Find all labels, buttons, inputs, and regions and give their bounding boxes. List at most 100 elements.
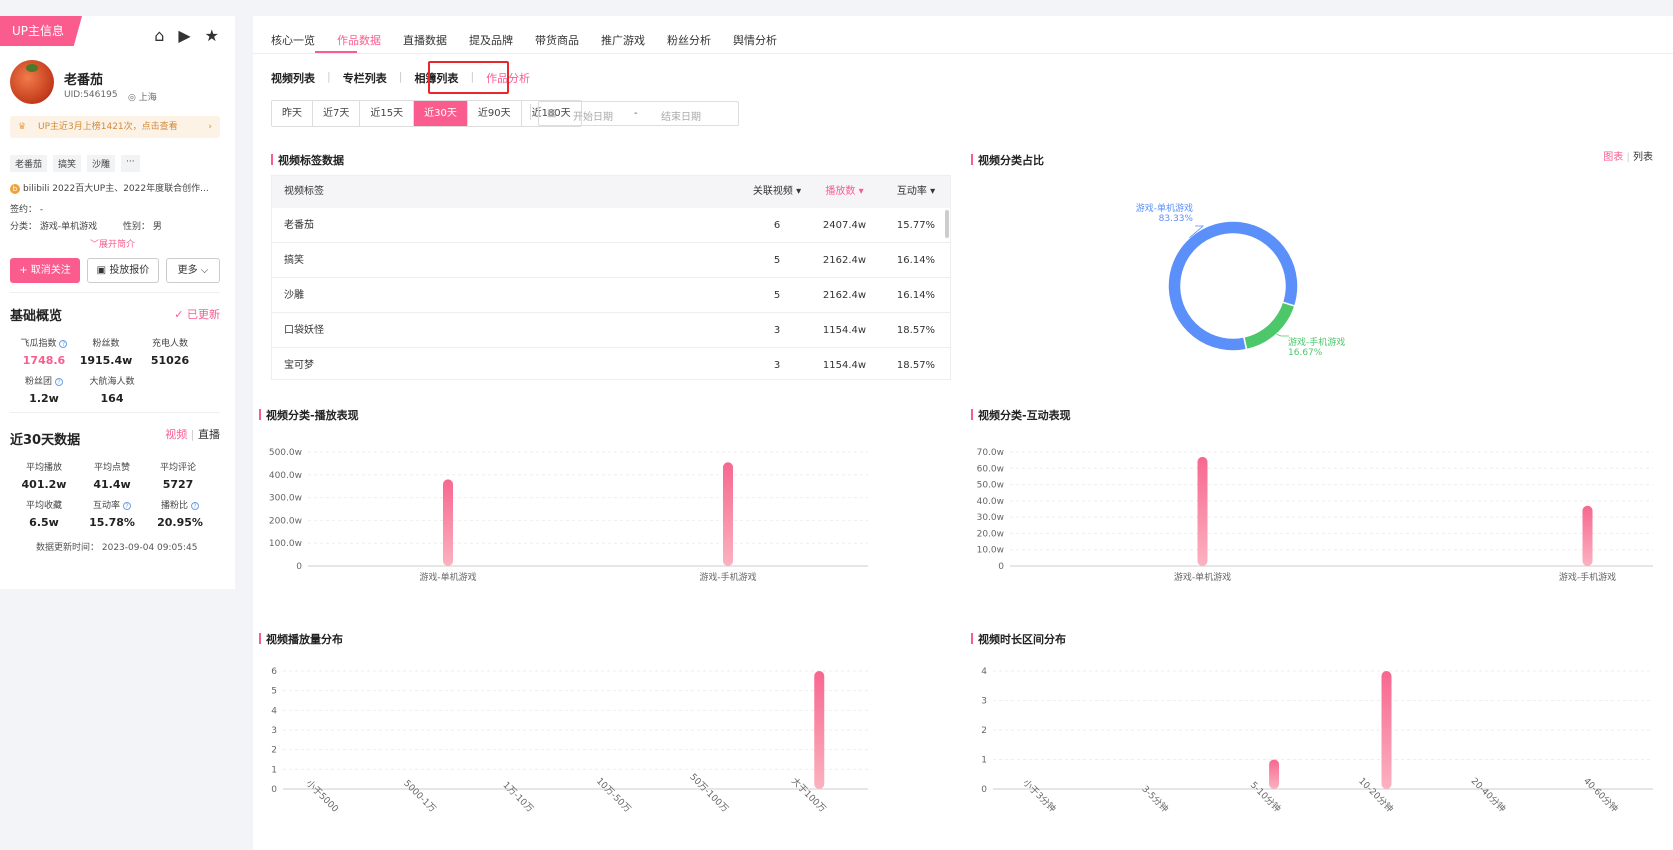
unfollow-label: 取消关注: [30, 265, 71, 276]
table-scrollbar[interactable]: [945, 210, 949, 238]
header-plays-label: 播放数: [825, 186, 856, 197]
table-row[interactable]: 沙雕 5 2162.4w 16.14%: [272, 278, 950, 313]
end-date-placeholder[interactable]: 结束日期: [661, 108, 701, 123]
y-tick-label: 6: [271, 667, 277, 677]
up-description: b bilibili 2022百大UP主、2022年度联合创作...: [10, 181, 209, 194]
slice-percent-label: 16.67%: [1288, 348, 1323, 358]
range-7d[interactable]: 近7天: [313, 101, 361, 126]
bar[interactable]: [1197, 456, 1208, 566]
chevron-down-icon: ⌵: [197, 265, 209, 276]
more-label: 更多: [177, 265, 198, 276]
x-tick-label: 游戏-手机游戏: [1559, 571, 1616, 583]
panel-title-duration-dist: 视频时长区间分布: [971, 631, 1066, 647]
help-icon[interactable]: ?: [59, 339, 68, 348]
up-location: ◎ 上海: [128, 90, 157, 103]
stat-guard: 大航海人数 164: [82, 374, 142, 405]
star-icon[interactable]: ★: [205, 26, 219, 45]
recent-30-title: 近30天数据: [10, 433, 81, 448]
y-tick-label: 400.0w: [269, 471, 302, 481]
table-row[interactable]: 口袋妖怪 3 1154.4w 18.57%: [272, 313, 950, 348]
header-plays[interactable]: 播放数 ▾: [807, 176, 882, 208]
subtab-column-list[interactable]: 专栏列表: [343, 70, 387, 86]
tab-fans[interactable]: 粉丝分析: [667, 32, 711, 48]
range-15d[interactable]: 近15天: [360, 101, 415, 126]
expand-intro-label: 展开简介: [99, 240, 136, 250]
header-interaction[interactable]: 互动率 ▾: [882, 176, 950, 208]
y-tick-label: 40.0w: [977, 497, 1004, 507]
panel-title-tags: 视频标签数据: [271, 152, 344, 168]
range-yesterday[interactable]: 昨天: [272, 101, 313, 126]
quote-button[interactable]: ▣ 投放报价: [87, 258, 159, 283]
y-tick-label: 0: [981, 785, 987, 795]
y-tick-label: 3: [981, 697, 987, 707]
stat-charge: 充电人数 51026: [140, 336, 200, 367]
tab-live-data[interactable]: 直播数据: [403, 32, 447, 48]
stat-value: 15.78%: [89, 516, 135, 529]
table-row[interactable]: 老番茄 6 2407.4w 15.77%: [272, 208, 950, 243]
tag-item[interactable]: 搞笑: [53, 155, 82, 172]
range-90d[interactable]: 近90天: [468, 101, 522, 126]
table-row[interactable]: 宝可梦 3 1154.4w 18.57%: [272, 348, 950, 379]
tab-works-data[interactable]: 作品数据: [337, 32, 381, 48]
unfollow-button[interactable]: + 取消关注: [10, 258, 80, 283]
category-play-chart: 0 100.0w 200.0w 300.0w 400.0w 500.0w 游戏-单机游戏 游戏…: [269, 448, 868, 583]
x-tick-label: 5000-1万: [401, 779, 437, 815]
bar[interactable]: [443, 479, 453, 566]
bar[interactable]: [814, 671, 825, 789]
y-tick-label: 5: [271, 687, 277, 697]
home-icon[interactable]: ⌂: [154, 26, 164, 45]
date-picker[interactable]: ▦ 开始日期 - 结束日期: [538, 101, 739, 126]
toggle-chart[interactable]: 图表: [1603, 152, 1623, 163]
expand-intro-link[interactable]: ﹀展开简介: [90, 237, 135, 250]
gender-info: 性别： 男: [123, 222, 162, 232]
tab-brands[interactable]: 提及品牌: [469, 32, 513, 48]
cell-plays: 2162.4w: [822, 255, 867, 266]
toggle-list[interactable]: 列表: [1633, 152, 1653, 163]
bar[interactable]: [1269, 759, 1280, 790]
overview-title: 基础概览: [10, 309, 63, 324]
up-info-sidebar: UP主信息 ⌂ ▶ ★ 老番茄 UID:546195 ◎ 上海 ♛ UP主近3月…: [0, 16, 235, 589]
video-icon[interactable]: ▶: [178, 26, 190, 45]
avatar[interactable]: [10, 60, 54, 104]
subtab-video-list[interactable]: 视频列表: [271, 70, 315, 86]
range-30d[interactable]: 近30天: [414, 101, 468, 126]
more-button[interactable]: 更多 ⌵: [166, 258, 220, 283]
cell-interaction: 18.57%: [896, 325, 936, 336]
help-icon[interactable]: ?: [122, 501, 131, 510]
tag-item[interactable]: 老番茄: [10, 155, 48, 172]
tab-goods[interactable]: 带货商品: [535, 32, 579, 48]
tab-games[interactable]: 推广游戏: [601, 32, 645, 48]
video-live-switch: 视频 | 直播: [165, 426, 220, 442]
panel-title-play-dist: 视频播放量分布: [259, 631, 343, 647]
y-tick-label: 3: [271, 726, 277, 736]
bar[interactable]: [723, 462, 733, 566]
table-row[interactable]: 搞笑 5 2162.4w 16.14%: [272, 243, 950, 278]
y-tick-label: 60.0w: [977, 464, 1004, 474]
toggle-separator: |: [1623, 152, 1633, 163]
help-icon[interactable]: ?: [190, 501, 199, 510]
tab-core-overview[interactable]: 核心一览: [271, 32, 315, 48]
help-icon[interactable]: ?: [54, 377, 63, 386]
start-date-placeholder[interactable]: 开始日期: [573, 108, 613, 123]
tag-more[interactable]: ···: [121, 155, 140, 172]
top-nav: 核心一览 作品数据 直播数据 提及品牌 带货商品 推广游戏 粉丝分析 舆情分析: [271, 32, 777, 48]
tab-sentiment[interactable]: 舆情分析: [733, 32, 777, 48]
ranking-notice[interactable]: ♛ UP主近3月上榜1421次，点击查看 ›: [10, 116, 220, 138]
stat-value: 51026: [150, 354, 190, 367]
bar[interactable]: [1381, 671, 1392, 789]
date-range-selector: 昨天 近7天 近15天 近30天 近90天 近180天: [271, 100, 582, 127]
label-leader-line: [1276, 333, 1289, 337]
stat-value: 1748.6: [22, 354, 66, 367]
y-tick-label: 4: [981, 667, 987, 677]
cell-related: 3: [773, 325, 781, 336]
tab-live[interactable]: 直播: [198, 428, 220, 441]
y-tick-label: 2: [981, 726, 987, 736]
y-tick-label: 1: [981, 756, 987, 766]
tag-item[interactable]: 沙雕: [87, 155, 116, 172]
cell-tag: 沙雕: [284, 290, 304, 301]
chart-list-toggle: 图表 | 列表: [1603, 148, 1653, 163]
bar[interactable]: [1582, 505, 1593, 566]
tab-video[interactable]: 视频: [165, 428, 187, 441]
header-related[interactable]: 关联视频 ▾: [747, 176, 807, 208]
y-tick-label: 0: [296, 562, 302, 572]
